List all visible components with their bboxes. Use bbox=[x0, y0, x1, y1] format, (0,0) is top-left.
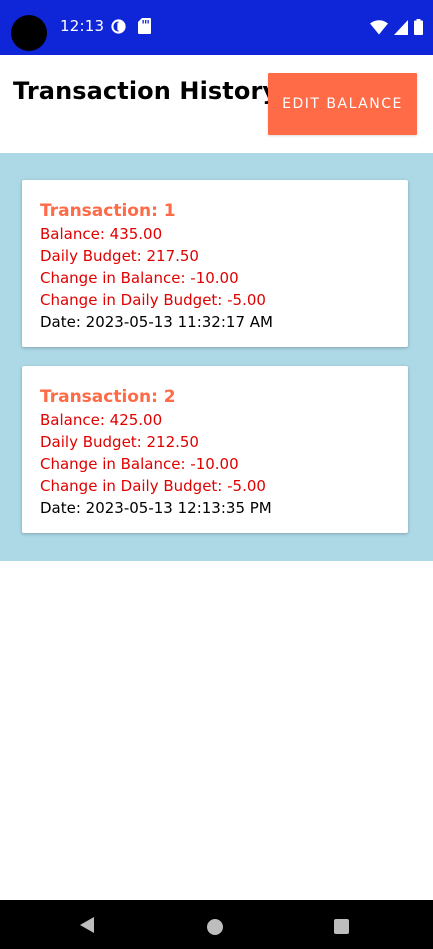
status-time: 12:13 bbox=[60, 17, 105, 35]
app-header: Transaction History Edit Balance bbox=[0, 55, 433, 153]
transaction-date: Date: 2023-05-13 11:32:17 AM bbox=[40, 313, 273, 331]
home-icon[interactable] bbox=[207, 919, 223, 935]
sd-card-icon bbox=[138, 18, 151, 34]
transaction-title: Transaction: 2 bbox=[40, 387, 176, 407]
recents-icon[interactable] bbox=[334, 919, 349, 934]
transaction-change-daily-budget: Change in Daily Budget: -5.00 bbox=[40, 477, 266, 495]
camera-cutout bbox=[11, 15, 47, 51]
transaction-date: Date: 2023-05-13 12:13:35 PM bbox=[40, 499, 272, 517]
transaction-card: Transaction: 1 Balance: 435.00 Daily Bud… bbox=[22, 180, 408, 347]
wifi-icon bbox=[370, 19, 388, 34]
transaction-change-balance: Change in Balance: -10.00 bbox=[40, 455, 239, 473]
back-icon[interactable] bbox=[78, 916, 96, 934]
transaction-title: Transaction: 1 bbox=[40, 201, 176, 221]
transaction-card: Transaction: 2 Balance: 425.00 Daily Bud… bbox=[22, 366, 408, 533]
transaction-change-balance: Change in Balance: -10.00 bbox=[40, 269, 239, 287]
transaction-daily-budget: Daily Budget: 212.50 bbox=[40, 433, 199, 451]
system-navigation-bar bbox=[0, 900, 433, 949]
battery-icon bbox=[414, 19, 423, 35]
status-bar: 12:13 bbox=[0, 0, 433, 55]
page-title: Transaction History bbox=[13, 77, 279, 105]
status-right-icons bbox=[370, 17, 423, 37]
data-saver-icon bbox=[111, 19, 126, 34]
edit-balance-button[interactable]: Edit Balance bbox=[268, 73, 417, 135]
cell-signal-icon bbox=[394, 19, 408, 35]
transaction-balance: Balance: 435.00 bbox=[40, 225, 163, 243]
transaction-list: Transaction: 1 Balance: 435.00 Daily Bud… bbox=[0, 153, 433, 561]
transaction-balance: Balance: 425.00 bbox=[40, 411, 163, 429]
transaction-change-daily-budget: Change in Daily Budget: -5.00 bbox=[40, 291, 266, 309]
transaction-daily-budget: Daily Budget: 217.50 bbox=[40, 247, 199, 265]
